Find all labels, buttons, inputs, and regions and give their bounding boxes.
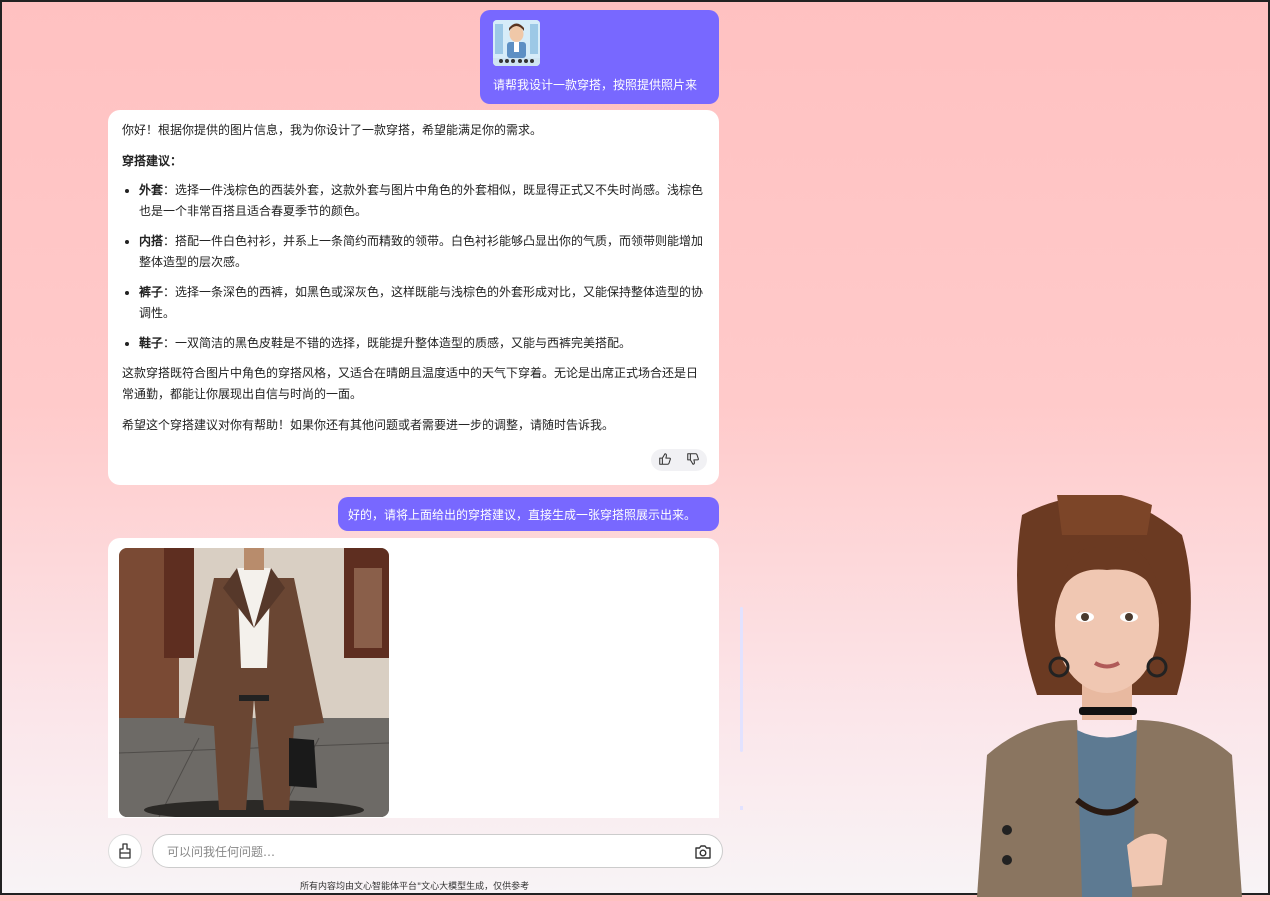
camera-icon[interactable] [694, 843, 712, 861]
user-message-with-image: 请帮我设计一款穿搭，按照提供照片来 [480, 10, 719, 104]
assistant-image-message [108, 538, 719, 818]
chat-input[interactable] [165, 842, 689, 862]
broom-icon [119, 843, 131, 859]
chat-input-box[interactable] [152, 834, 723, 868]
thumbs-up-icon[interactable] [658, 452, 672, 469]
list-item: 鞋子：一双简洁的黑色皮鞋是不错的选择，既能提升整体造型的质感，又能与西裤完美搭配… [139, 333, 705, 354]
thumbs-down-icon[interactable] [686, 452, 700, 469]
user-message-text: 请帮我设计一款穿搭，按照提供照片来 [493, 78, 698, 92]
scrollbar[interactable] [740, 607, 743, 752]
assistant-paragraph: 这款穿搭既符合图片中角色的穿搭风格，又适合在晴朗且温度适中的天气下穿着。无论是出… [122, 366, 699, 401]
list-item: 内搭：搭配一件白色衬衫，并系上一条简约而精致的领带。白色衬衫能够凸显出你的气质，… [139, 231, 705, 273]
list-item: 裤子：选择一条深色的西裤，如黑色或深灰色，这样既能与浅棕色的外套形成对比，又能保… [139, 282, 705, 324]
feedback-bar [651, 449, 707, 471]
assistant-closing: 希望这个穿搭建议对你有帮助！如果你还有其他问题或者需要进一步的调整，请随时告诉我… [122, 418, 615, 432]
assistant-character-avatar [967, 491, 1252, 897]
generated-outfit-photo[interactable] [119, 548, 389, 817]
clear-chat-button[interactable] [108, 834, 142, 868]
list-item: 外套：选择一件浅棕色的西装外套，这款外套与图片中角色的外套相似，既显得正式又不失… [139, 180, 705, 222]
assistant-heading: 穿搭建议： [122, 154, 183, 168]
user-message: 好的，请将上面给出的穿搭建议，直接生成一张穿搭照展示出来。 [338, 497, 719, 531]
composer [108, 834, 723, 870]
scrollbar-dot [740, 806, 743, 810]
uploaded-image-thumbnail[interactable] [493, 20, 540, 66]
assistant-intro: 你好！根据你提供的图片信息，我为你设计了一款穿搭，希望能满足你的需求。 [122, 123, 543, 137]
assistant-message: 你好！根据你提供的图片信息，我为你设计了一款穿搭，希望能满足你的需求。 穿搭建议… [108, 110, 719, 485]
suggestion-list: 外套：选择一件浅棕色的西装外套，这款外套与图片中角色的外套相似，既显得正式又不失… [122, 180, 705, 354]
user-message-text: 好的，请将上面给出的穿搭建议，直接生成一张穿搭照展示出来。 [348, 508, 697, 522]
disclaimer-text: 所有内容均由文心智能体平台"文心大模型生成，仅供参考 [300, 882, 530, 892]
